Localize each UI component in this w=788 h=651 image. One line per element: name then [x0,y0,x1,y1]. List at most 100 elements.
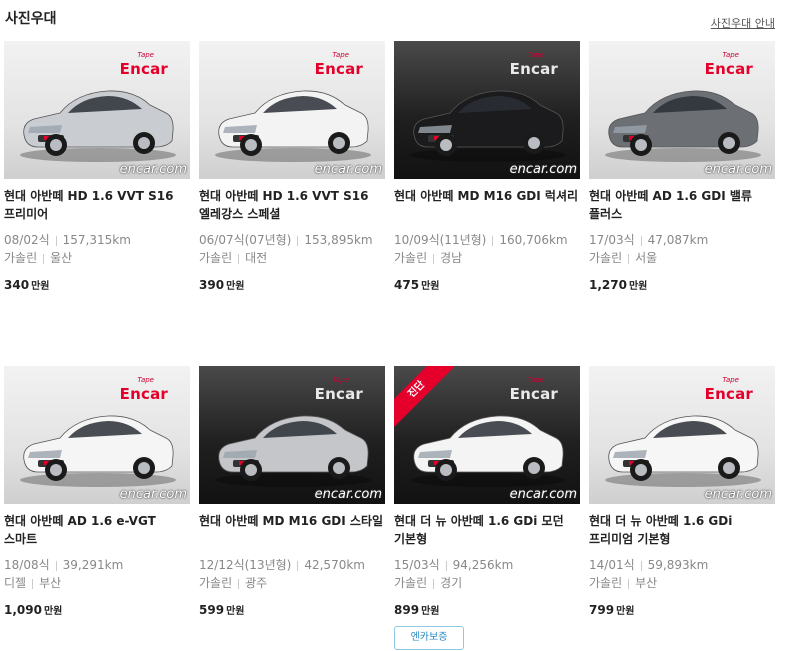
logo-small-text: Tape [527,51,544,59]
car-photo[interactable]: Tape Encar encar.com [199,41,385,179]
photo-guide-link[interactable]: 사진우대 안내 [711,15,775,31]
car-meta-row: 가솔린 울산 [4,249,190,267]
watermark: encar.com [509,162,577,177]
car-mileage: 47,087km [647,233,709,247]
car-price: 1,270 만원 [589,277,775,292]
car-name[interactable]: 현대 아반떼 HD 1.6 VVT S16 엘레강스 스페셜 [199,187,385,223]
price-unit: 만원 [226,606,245,617]
meta-separator [433,253,435,264]
meta-separator [640,235,642,246]
car-card[interactable]: Tape Encar encar.com 현대 아반떼 MD M16 GDI 럭셔리 1… [394,41,580,292]
watermark: encar.com [314,162,382,177]
car-name[interactable]: 현대 더 뉴 아반떼 1.6 GDi 모던 기본형 [394,512,580,548]
car-photo[interactable]: Tape Encar encar.com [589,41,775,179]
logo-text: Encar [314,60,363,78]
meta-separator [492,235,494,246]
encar-guarantee-button[interactable]: 엔카보증 [394,626,464,650]
car-image-icon [410,90,566,162]
car-image-icon [605,415,761,487]
car-card[interactable]: Tape Encar encar.com 진단 현대 더 뉴 아반떼 1.6 GDi 모… [394,366,580,617]
car-image-icon [215,90,371,162]
encar-logo: Tape Encar [315,51,363,78]
car-meta-row: 디젤 부산 [4,574,190,592]
car-price: 899 만원 [394,602,580,617]
price-value: 340 [4,278,30,292]
car-name[interactable]: 현대 아반떼 MD M16 GDI 스타일 [199,512,385,548]
car-fuel: 가솔린 [199,576,233,590]
car-region: 울산 [50,251,73,265]
car-card[interactable]: Tape Encar encar.com 현대 아반떼 MD M16 GDI 스타일 1… [199,366,385,617]
car-photo[interactable]: Tape Encar encar.com [4,366,190,504]
encar-logo: Tape Encar [705,51,753,78]
car-meta-row: 가솔린 경남 [394,249,580,267]
meta-separator [628,253,630,264]
logo-text: Encar [704,385,753,403]
car-photo[interactable]: Tape Encar encar.com [199,366,385,504]
meta-separator [297,560,299,571]
meta-separator [297,235,299,246]
meta-separator [55,560,57,571]
car-meta-row: 18/08식 39,291km [4,556,190,574]
car-mileage: 160,706km [499,233,568,247]
car-mileage: 94,256km [452,558,514,572]
logo-small-text: Tape [332,376,349,384]
meta-separator [433,578,435,589]
car-photo[interactable]: Tape Encar encar.com [589,366,775,504]
encar-logo: Tape Encar [315,376,363,403]
price-unit: 만원 [31,281,50,292]
car-photo[interactable]: Tape Encar encar.com 진단 [394,366,580,504]
car-region: 서울 [635,251,658,265]
car-mileage: 157,315km [62,233,131,247]
car-year: 10/09식(11년형) [394,233,487,247]
logo-small-text: Tape [137,376,154,384]
car-name[interactable]: 현대 더 뉴 아반떼 1.6 GDi 프리미엄 기본형 [589,512,775,548]
car-card[interactable]: Tape Encar encar.com 현대 더 뉴 아반떼 1.6 GDi 프리미… [589,366,775,617]
car-year: 15/03식 [394,558,440,572]
car-fuel: 가솔린 [394,576,428,590]
meta-separator [238,578,240,589]
car-name[interactable]: 현대 아반떼 AD 1.6 GDI 밸류 플러스 [589,187,775,223]
price-unit: 만원 [421,606,440,617]
car-mileage: 39,291km [62,558,124,572]
section-title: 사진우대 [5,11,57,27]
car-card[interactable]: Tape Encar encar.com 현대 아반떼 AD 1.6 e-VGT 스마… [4,366,190,617]
encar-logo: Tape Encar [705,376,753,403]
diagnosis-badge-label: 진단 [394,366,454,426]
car-meta-row: 06/07식(07년형) 153,895km [199,231,385,249]
price-unit: 만원 [421,281,440,292]
car-card[interactable]: Tape Encar encar.com 현대 아반떼 HD 1.6 VVT S16 … [4,41,190,292]
encar-logo: Tape Encar [120,376,168,403]
car-photo[interactable]: Tape Encar encar.com [394,41,580,179]
car-meta-row: 10/09식(11년형) 160,706km [394,231,580,249]
section-header: 사진우대 사진우대 안내 [5,8,775,34]
logo-small-text: Tape [722,376,739,384]
car-meta-row: 가솔린 경기 [394,574,580,592]
car-price: 599 만원 [199,602,385,617]
price-value: 390 [199,278,225,292]
car-name[interactable]: 현대 아반떼 MD M16 GDI 럭셔리 [394,187,580,223]
price-unit: 만원 [616,606,635,617]
car-name[interactable]: 현대 아반떼 HD 1.6 VVT S16 프리미어 [4,187,190,223]
car-year: 06/07식(07년형) [199,233,292,247]
watermark: encar.com [704,487,772,502]
diagnosis-badge: 진단 [394,366,454,426]
logo-text: Encar [314,385,363,403]
car-region: 대전 [245,251,268,265]
logo-text: Encar [509,385,558,403]
watermark: encar.com [509,487,577,502]
car-fuel: 가솔린 [589,576,623,590]
price-value: 1,090 [4,603,42,617]
car-card[interactable]: Tape Encar encar.com 현대 아반떼 HD 1.6 VVT S16 … [199,41,385,292]
car-image-icon [20,90,176,162]
car-name[interactable]: 현대 아반떼 AD 1.6 e-VGT 스마트 [4,512,190,548]
car-year: 08/02식 [4,233,50,247]
watermark: encar.com [704,162,772,177]
car-image-icon [215,415,371,487]
meta-separator [628,578,630,589]
car-meta-row: 15/03식 94,256km [394,556,580,574]
car-photo[interactable]: Tape Encar encar.com [4,41,190,179]
car-year: 14/01식 [589,558,635,572]
car-card[interactable]: Tape Encar encar.com 현대 아반떼 AD 1.6 GDI 밸류 플… [589,41,775,292]
car-image-icon [605,90,761,162]
logo-small-text: Tape [137,51,154,59]
